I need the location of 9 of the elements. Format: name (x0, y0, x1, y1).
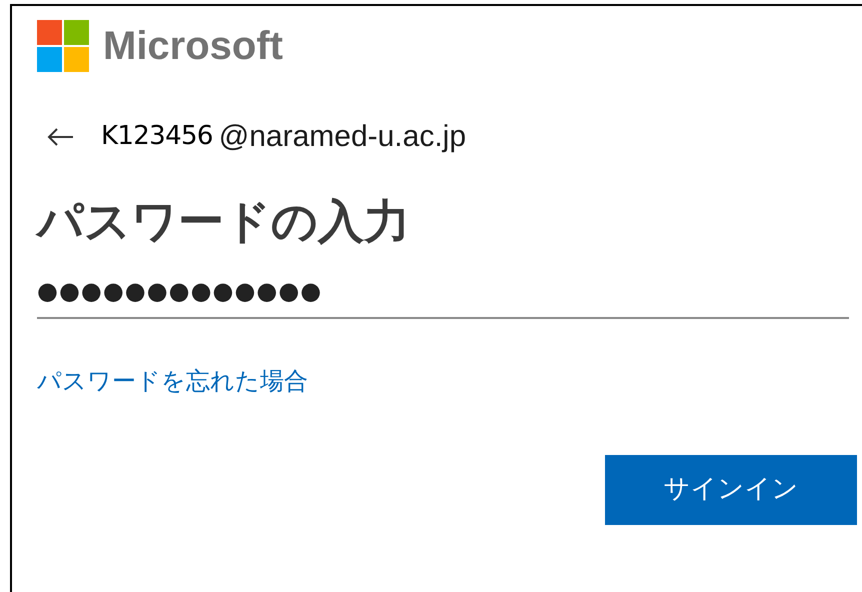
user-id: K123456 (101, 120, 213, 153)
logo-icon (37, 20, 89, 72)
account-domain: @naramed-u.ac.jp (218, 119, 466, 155)
page-title: パスワードの入力 (37, 193, 411, 250)
sign-in-button[interactable]: サインイン (605, 454, 857, 524)
password-field[interactable]: ●●●●●●●●●●●●● (37, 272, 849, 318)
forgot-password-link[interactable]: パスワードを忘れた場合 (37, 362, 857, 398)
back-arrow-icon[interactable] (47, 126, 75, 146)
brand-name: Microsoft (103, 26, 283, 66)
